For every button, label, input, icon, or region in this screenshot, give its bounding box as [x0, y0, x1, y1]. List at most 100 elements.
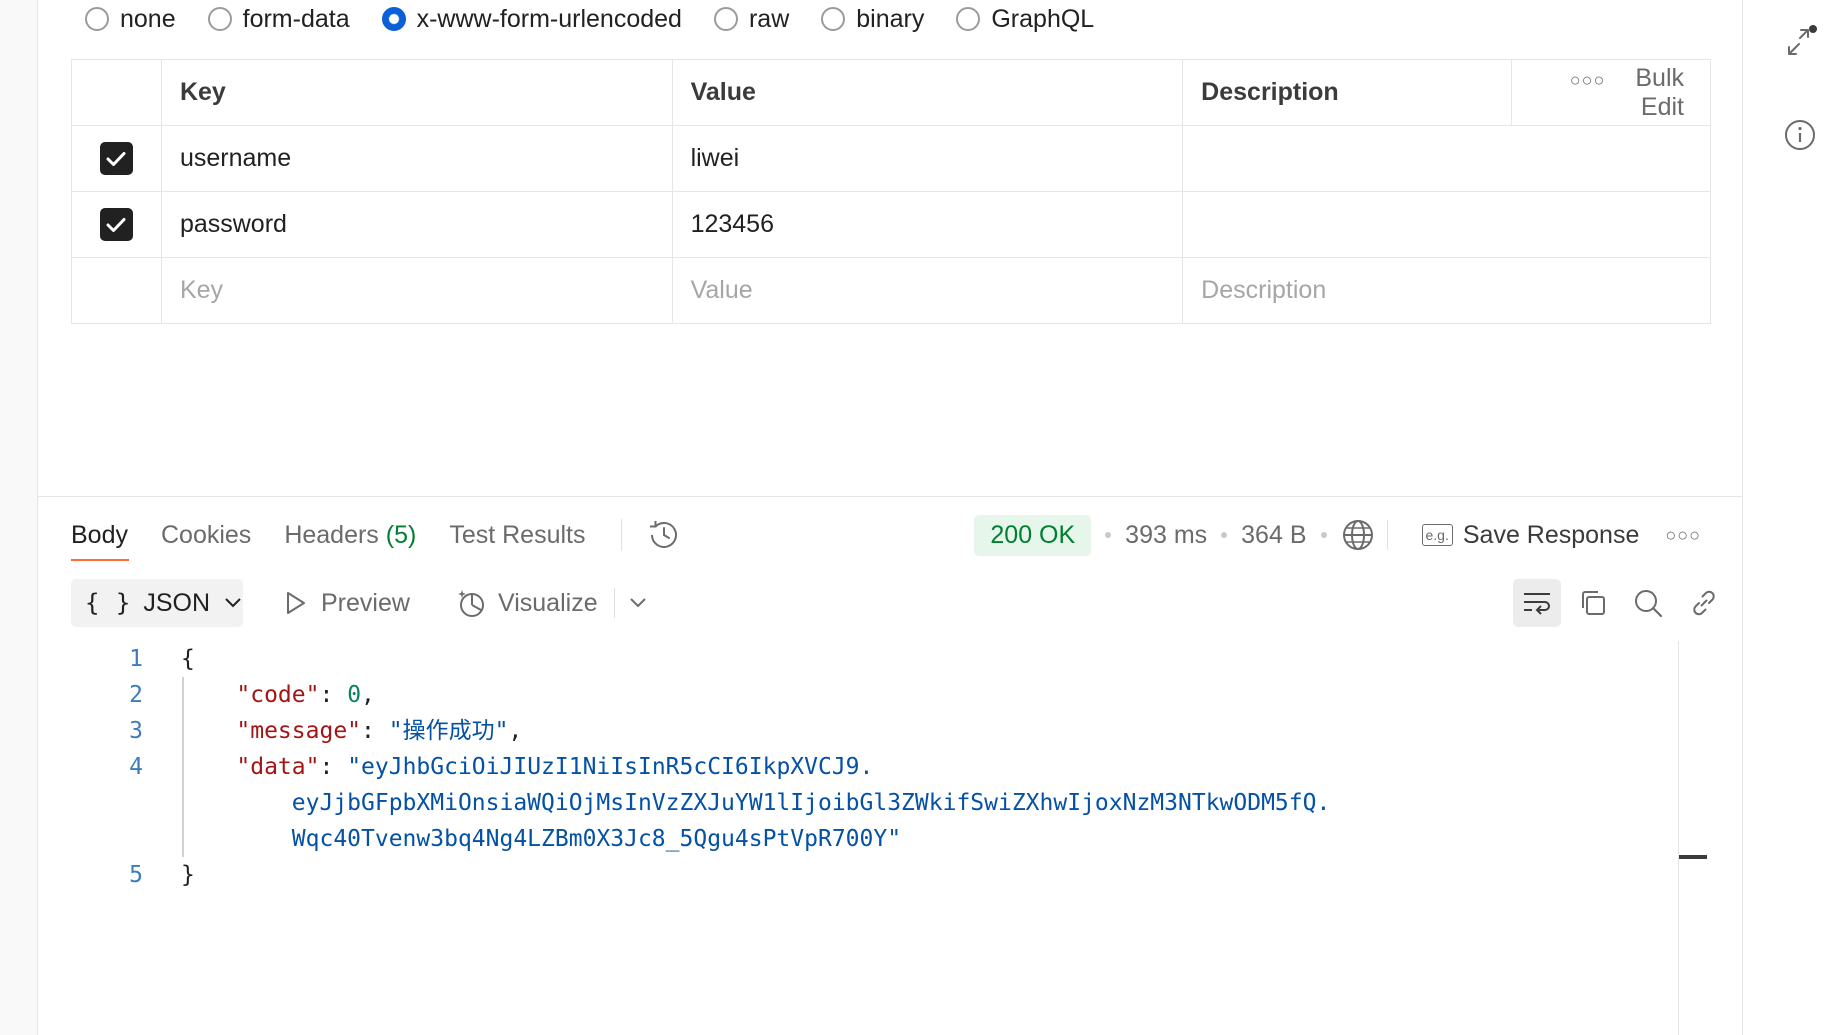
example-icon: e.g. — [1421, 524, 1453, 546]
response-size[interactable]: 364 B — [1241, 521, 1306, 550]
radio-urlencoded-selected[interactable] — [381, 7, 406, 31]
tab-headers[interactable]: Headers (5) — [284, 521, 416, 550]
code-token: : — [361, 718, 389, 744]
more-options-icon[interactable]: ○○○ — [1665, 525, 1701, 546]
body-type-label: x-www-form-urlencoded — [416, 4, 682, 33]
code-token: : — [319, 682, 348, 708]
param-key-cell[interactable]: password — [160, 191, 673, 258]
info-icon[interactable] — [1783, 118, 1817, 152]
body-type-raw[interactable]: raw — [713, 4, 790, 34]
code-line-wrapped: Wqc40Tvenw3bq4Ng4LZBm0X3Jc8_5Qgu4sPtVpR7… — [95, 821, 1330, 857]
more-options-icon[interactable]: ○○○ — [1570, 70, 1606, 90]
link-icon[interactable] — [1680, 579, 1728, 627]
radio-none[interactable] — [85, 7, 109, 31]
tab-headers-label: Headers — [284, 520, 379, 549]
body-type-urlencoded[interactable]: x-www-form-urlencoded — [381, 4, 682, 34]
response-body-editor[interactable]: 1{ 2 "code": 0, 3 "message": "操作成功", 4 "… — [95, 641, 1330, 893]
editor-minimap-track[interactable] — [1678, 641, 1679, 1035]
format-dropdown[interactable]: { } JSON — [71, 579, 243, 627]
param-key-cell[interactable]: username — [160, 125, 673, 192]
globe-icon[interactable] — [1341, 518, 1375, 552]
visualize-label: Visualize — [498, 588, 598, 617]
code-token: { — [181, 646, 195, 672]
preview-label: Preview — [321, 588, 410, 617]
visualize-button[interactable]: Visualize — [456, 579, 647, 627]
code-line: 5} — [95, 857, 1330, 893]
param-description-cell[interactable] — [1182, 191, 1711, 258]
line-number — [95, 785, 143, 821]
chevron-down-icon[interactable] — [629, 597, 647, 609]
tab-cookies[interactable]: Cookies — [161, 521, 251, 550]
response-time[interactable]: 393 ms — [1125, 521, 1207, 550]
play-icon — [287, 592, 305, 614]
radio-raw[interactable] — [713, 7, 738, 31]
body-type-selector: none form-data x-www-form-urlencoded raw… — [85, 0, 1126, 38]
row-checkbox-cell — [71, 191, 162, 258]
code-line-wrapped: eyJjbGFpbXMiOnsiaWQiOjMsInVzZXJuYW1lIjoi… — [95, 785, 1331, 821]
json-string: "eyJhbGciOiJIUzI1NiIsInR5cCI6IkpXVCJ9. — [347, 754, 874, 780]
json-number: 0 — [347, 682, 362, 708]
new-description-input[interactable]: Description — [1182, 257, 1711, 324]
code-token: , — [508, 718, 523, 744]
divider — [1386, 520, 1388, 550]
json-string: "操作成功" — [388, 718, 509, 744]
line-number: 1 — [129, 646, 143, 672]
header-checkbox-cell — [71, 59, 162, 126]
table-actions: ○○○ Bulk Edit — [1511, 59, 1711, 126]
code-line: 2 "code": 0, — [95, 677, 1330, 713]
copy-icon[interactable] — [1569, 579, 1617, 627]
body-type-label: raw — [748, 4, 790, 33]
pane-divider[interactable] — [38, 496, 1742, 497]
separator-dot — [1105, 532, 1112, 538]
param-description-cell[interactable] — [1182, 125, 1711, 192]
table-row: username liwei — [71, 125, 1711, 192]
code-line: 4 "data": "eyJhbGciOiJIUzI1NiIsInR5cCI6I… — [95, 749, 1330, 785]
radio-form-data[interactable] — [207, 7, 232, 31]
json-string: Wqc40Tvenw3bq4Ng4LZBm0X3Jc8_5Qgu4sPtVpR7… — [291, 826, 902, 852]
param-value-cell[interactable]: liwei — [671, 125, 1184, 192]
row-checkbox[interactable] — [99, 208, 133, 241]
radio-binary[interactable] — [821, 7, 846, 31]
column-header-description: Description — [1182, 59, 1513, 126]
wrap-lines-icon[interactable] — [1513, 579, 1561, 627]
body-type-label: binary — [856, 4, 925, 33]
row-checkbox-cell — [71, 257, 162, 324]
separator-dot — [1320, 532, 1327, 538]
response-tabs: Body Cookies Headers (5) Test Results — [71, 510, 682, 560]
json-key: "message" — [236, 718, 362, 744]
collapse-panel-icon[interactable] — [1783, 24, 1817, 60]
bulk-edit-button[interactable]: Bulk Edit — [1635, 64, 1684, 121]
save-response-label: Save Response — [1462, 520, 1640, 549]
body-type-binary[interactable]: binary — [821, 5, 924, 34]
visualize-icon — [458, 590, 484, 617]
column-header-value: Value — [671, 59, 1184, 126]
left-gutter — [0, 0, 38, 1035]
body-type-graphql[interactable]: GraphQL — [956, 5, 1094, 34]
params-table: Key Value Description ○○○ Bulk Edit usern… — [71, 59, 1711, 324]
json-string: eyJjbGFpbXMiOnsiaWQiOjMsInVzZXJuYW1lIjoi… — [291, 790, 1331, 816]
line-number — [95, 821, 143, 857]
column-header-key: Key — [160, 59, 673, 126]
body-type-label: form-data — [242, 4, 350, 33]
search-icon[interactable] — [1624, 579, 1672, 627]
active-tab-indicator — [71, 559, 129, 561]
body-type-form-data[interactable]: form-data — [207, 4, 350, 34]
row-checkbox[interactable] — [99, 142, 133, 175]
preview-button[interactable]: Preview — [283, 579, 410, 627]
body-type-none[interactable]: none — [85, 5, 176, 34]
new-key-input[interactable]: Key — [160, 257, 673, 324]
table-header-row: Key Value Description ○○○ Bulk Edit — [71, 59, 1711, 126]
history-icon[interactable] — [646, 517, 682, 553]
new-value-input[interactable]: Value — [671, 257, 1184, 324]
radio-graphql[interactable] — [956, 7, 981, 31]
status-badge[interactable]: 200 OK — [974, 514, 1092, 556]
tab-body[interactable]: Body — [71, 521, 128, 550]
save-response-button[interactable]: e.g. Save Response — [1421, 520, 1640, 550]
line-number: 4 — [129, 754, 143, 780]
param-value-cell[interactable]: 123456 — [671, 191, 1184, 258]
tab-test-results[interactable]: Test Results — [449, 521, 585, 550]
